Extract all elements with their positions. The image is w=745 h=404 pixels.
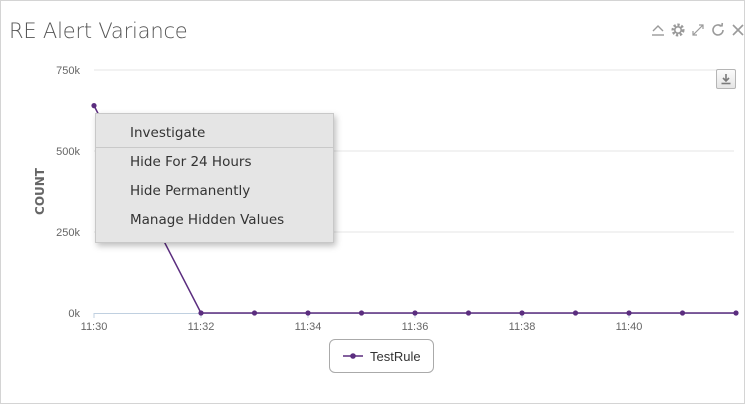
y-axis-title: COUNT	[33, 167, 47, 215]
menu-item-hide-permanently[interactable]: Hide Permanently	[96, 177, 333, 206]
legend-item-testrule[interactable]: TestRule	[329, 339, 434, 373]
data-point	[412, 310, 418, 316]
data-point	[572, 310, 579, 316]
chart-panel: RE Alert Variance 0k 250k 500k 750k 11:30 11:…	[0, 0, 745, 404]
x-tick-label: 11:40	[616, 321, 643, 333]
x-tick-label: 11:38	[509, 321, 536, 333]
y-tick-label: 500k	[56, 146, 80, 158]
export-button[interactable]	[716, 69, 736, 89]
x-tick-label: 11:32	[188, 321, 215, 333]
legend-label: TestRule	[370, 348, 421, 364]
x-tick-label: 11:34	[295, 321, 322, 333]
legend-marker-icon	[343, 353, 363, 359]
data-point	[251, 310, 258, 316]
x-tick-label: 11:36	[402, 321, 429, 333]
download-icon	[721, 74, 731, 85]
data-point	[198, 310, 204, 316]
data-point	[733, 310, 739, 316]
data-point	[679, 310, 686, 316]
x-tick-label: 11:30	[81, 321, 108, 333]
data-point	[91, 103, 97, 109]
menu-item-hide-24-hours[interactable]: Hide For 24 Hours	[96, 148, 333, 177]
data-point	[626, 310, 632, 316]
menu-item-investigate[interactable]: Investigate	[96, 119, 333, 148]
y-tick-label: 750k	[56, 65, 80, 77]
menu-item-manage-hidden-values[interactable]: Manage Hidden Values	[96, 206, 333, 235]
data-point	[519, 310, 525, 316]
context-menu: Investigate Hide For 24 Hours Hide Perma…	[95, 113, 334, 243]
data-point	[465, 310, 472, 316]
data-point	[358, 310, 365, 316]
data-point	[305, 310, 311, 316]
y-tick-label: 250k	[56, 227, 80, 239]
y-tick-label: 0k	[68, 308, 80, 320]
